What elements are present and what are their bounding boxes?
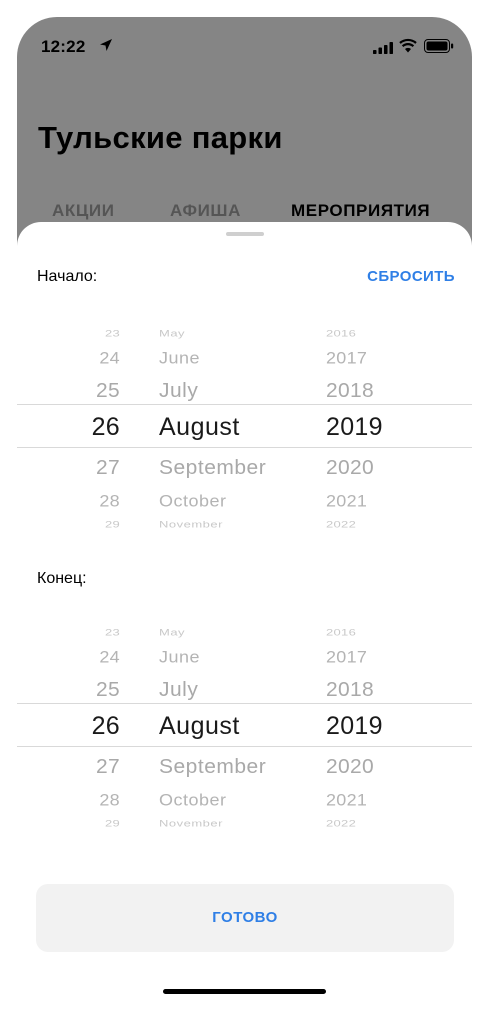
month-option[interactable]: September — [159, 755, 266, 778]
month-option[interactable]: June — [159, 349, 200, 368]
day-option[interactable]: 23 — [105, 328, 120, 339]
month-option[interactable]: August — [159, 413, 240, 442]
day-wheel[interactable]: 23 24 25 26 27 28 29 — [80, 617, 120, 835]
battery-icon — [424, 39, 454, 53]
year-option[interactable]: 2022 — [326, 519, 356, 530]
page-title: Тульские парки — [38, 120, 283, 155]
month-option[interactable]: May — [159, 328, 185, 339]
year-option[interactable]: 2021 — [326, 791, 367, 810]
cellular-signal-icon — [373, 42, 393, 54]
year-option[interactable]: 2016 — [326, 627, 356, 638]
day-option[interactable]: 28 — [99, 492, 120, 511]
day-option[interactable]: 25 — [96, 379, 120, 402]
end-date-picker[interactable]: 23 24 25 26 27 28 29 May June July August Septembe… — [17, 617, 472, 835]
reset-button[interactable]: СБРОСИТЬ — [367, 268, 455, 285]
day-option[interactable]: 26 — [92, 413, 120, 442]
tab-poster[interactable]: АФИША — [170, 201, 241, 221]
month-wheel[interactable]: May June July August September October Novembe… — [159, 318, 309, 536]
month-option[interactable]: July — [159, 678, 198, 701]
day-option[interactable]: 23 — [105, 627, 120, 638]
year-option[interactable]: 2019 — [326, 712, 383, 741]
start-date-picker[interactable]: 23 24 25 26 27 28 29 May June July August Septembe… — [17, 318, 472, 536]
year-option[interactable]: 2017 — [326, 648, 367, 667]
phone-screen: 12:22 Тульские парки АКЦИИ АФИША МЕРОПРИ… — [17, 17, 472, 1022]
year-wheel[interactable]: 2016 2017 2018 2019 2020 2021 2022 — [326, 617, 396, 835]
year-option[interactable]: 2017 — [326, 349, 367, 368]
month-wheel[interactable]: May June July August September October Novembe… — [159, 617, 309, 835]
month-option[interactable]: November — [159, 519, 223, 530]
status-time: 12:22 — [41, 37, 86, 56]
background-dimmed: 12:22 Тульские парки АКЦИИ АФИША МЕРОПРИ… — [17, 17, 472, 257]
home-indicator — [163, 989, 326, 994]
end-date-label: Конец: — [37, 570, 87, 587]
day-option[interactable]: 24 — [99, 349, 120, 368]
sheet-grabber[interactable] — [226, 232, 264, 236]
month-option[interactable]: November — [159, 818, 223, 829]
year-option[interactable]: 2018 — [326, 379, 374, 402]
year-option[interactable]: 2022 — [326, 818, 356, 829]
tab-events[interactable]: МЕРОПРИЯТИЯ — [291, 201, 430, 221]
day-option[interactable]: 24 — [99, 648, 120, 667]
day-option[interactable]: 27 — [96, 755, 120, 778]
done-button[interactable]: ГОТОВО — [36, 884, 454, 952]
year-wheel[interactable]: 2016 2017 2018 2019 2020 2021 2022 — [326, 318, 396, 536]
day-option[interactable]: 28 — [99, 791, 120, 810]
year-option[interactable]: 2021 — [326, 492, 367, 511]
year-option[interactable]: 2016 — [326, 328, 356, 339]
day-option[interactable]: 29 — [105, 519, 120, 530]
status-bar: 12:22 — [17, 17, 472, 69]
month-option[interactable]: October — [159, 492, 227, 511]
month-option[interactable]: June — [159, 648, 200, 667]
month-option[interactable]: July — [159, 379, 198, 402]
year-option[interactable]: 2020 — [326, 456, 374, 479]
wifi-icon — [399, 38, 417, 53]
day-option[interactable]: 25 — [96, 678, 120, 701]
day-option[interactable]: 26 — [92, 712, 120, 741]
year-option[interactable]: 2019 — [326, 413, 383, 442]
tab-promotions[interactable]: АКЦИИ — [52, 201, 115, 221]
date-filter-sheet: Начало: СБРОСИТЬ 23 24 25 26 27 28 29 May June J… — [17, 222, 472, 1022]
start-date-label: Начало: — [37, 268, 98, 285]
year-option[interactable]: 2018 — [326, 678, 374, 701]
day-wheel[interactable]: 23 24 25 26 27 28 29 — [80, 318, 120, 536]
month-option[interactable]: October — [159, 791, 227, 810]
month-option[interactable]: August — [159, 712, 240, 741]
day-option[interactable]: 29 — [105, 818, 120, 829]
month-option[interactable]: September — [159, 456, 266, 479]
month-option[interactable]: May — [159, 627, 185, 638]
day-option[interactable]: 27 — [96, 456, 120, 479]
year-option[interactable]: 2020 — [326, 755, 374, 778]
location-arrow-icon — [100, 39, 112, 51]
